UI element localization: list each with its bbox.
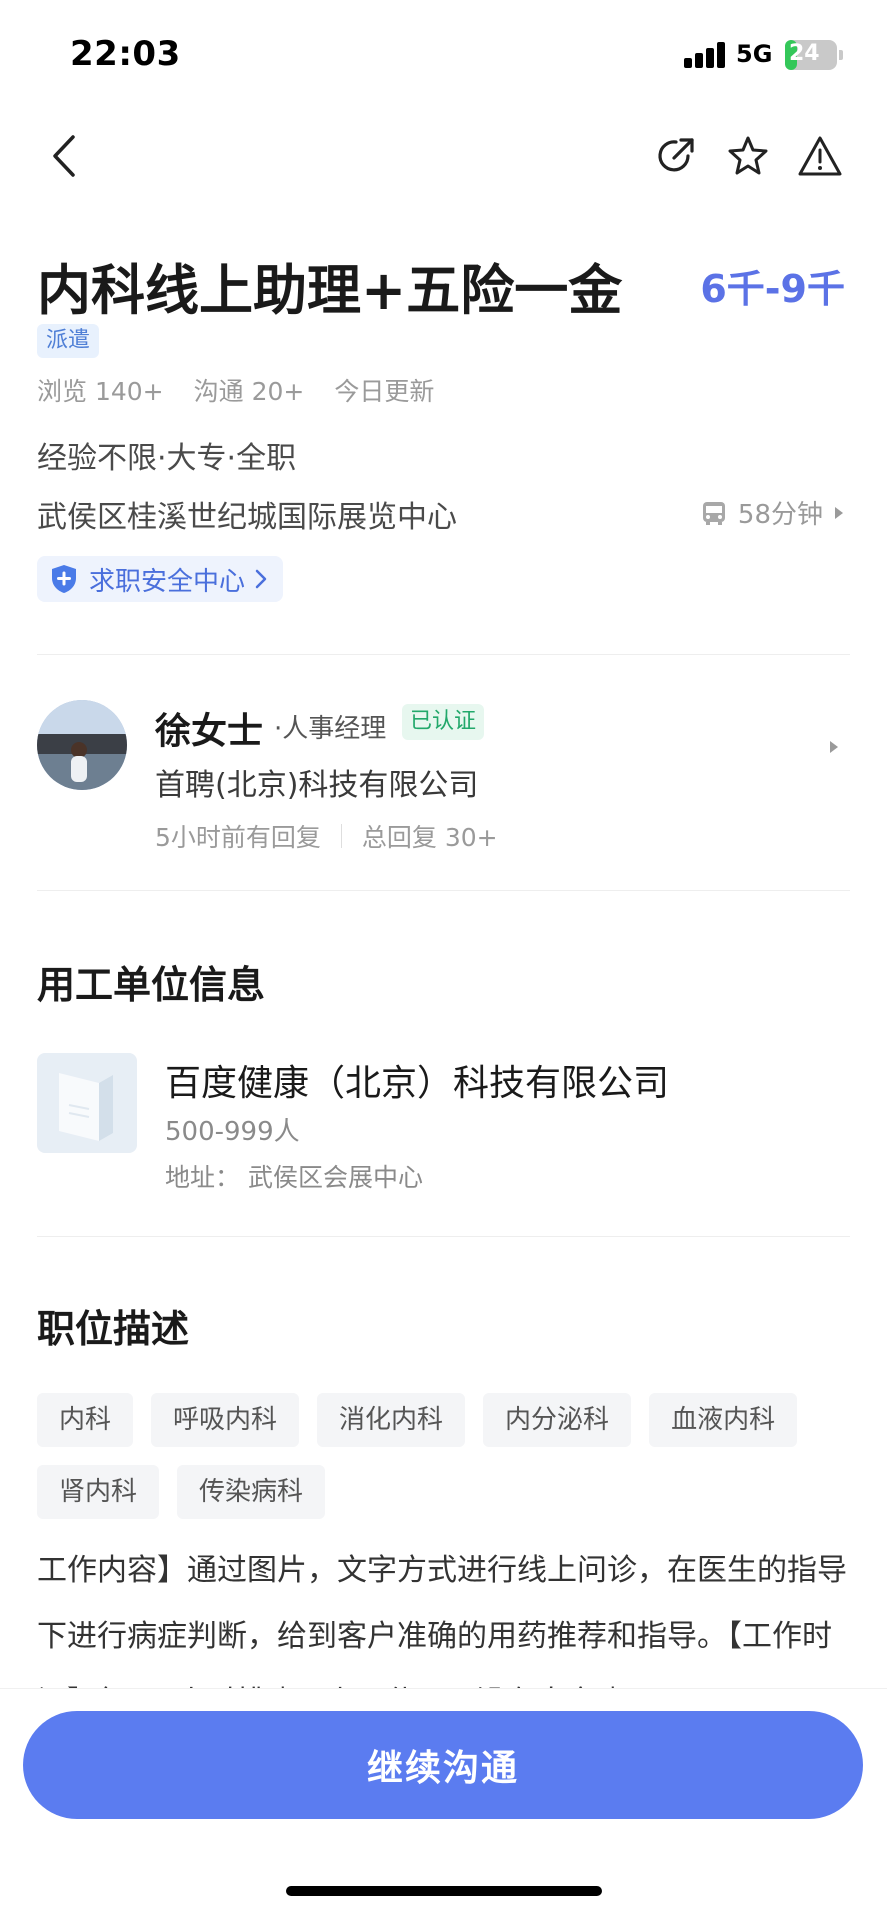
share-button[interactable] bbox=[650, 130, 702, 182]
department-tags: 内科 呼吸内科 消化内科 内分泌科 血液内科 肾内科 传染病科 bbox=[37, 1393, 857, 1519]
warning-icon bbox=[798, 136, 842, 176]
shield-icon bbox=[52, 565, 76, 593]
department-tag: 传染病科 bbox=[177, 1465, 326, 1519]
status-time: 22:03 bbox=[70, 34, 181, 74]
recruiter-avatar[interactable] bbox=[37, 700, 127, 790]
update-status: 今日更新 bbox=[334, 377, 435, 406]
battery-percent: 24 bbox=[789, 41, 820, 66]
bus-icon bbox=[702, 501, 725, 525]
job-type-badge: 派遣 bbox=[37, 324, 100, 358]
divider bbox=[37, 890, 850, 891]
department-tag: 内科 bbox=[37, 1393, 134, 1447]
description-section-title: 职位描述 bbox=[37, 1307, 190, 1351]
chevron-right-icon bbox=[255, 569, 267, 589]
report-button[interactable] bbox=[794, 130, 846, 182]
employer-address: 地址： 武侯区会展中心 bbox=[165, 1163, 423, 1192]
recruiter-detail-arrow[interactable] bbox=[828, 738, 840, 760]
star-icon bbox=[728, 136, 768, 175]
network-label: 5G bbox=[736, 40, 773, 68]
commute-time: 58分钟 bbox=[737, 500, 823, 530]
department-tag: 血液内科 bbox=[649, 1393, 798, 1447]
job-address[interactable]: 武侯区桂溪世纪城国际展览中心 bbox=[37, 492, 457, 536]
caret-right-icon bbox=[835, 506, 843, 519]
status-bar: 22:03 5G 24 bbox=[0, 0, 887, 110]
views-count: 浏览 140+ bbox=[37, 377, 164, 406]
divider bbox=[37, 1236, 850, 1237]
signal-icon bbox=[684, 42, 728, 68]
department-tag: 消化内科 bbox=[317, 1393, 466, 1447]
verified-badge: 已认证 bbox=[402, 704, 485, 740]
recruiter-company: 首聘(北京)科技有限公司 bbox=[155, 768, 479, 803]
caret-right-icon bbox=[830, 741, 838, 753]
commute-info[interactable]: 58分钟 bbox=[700, 494, 845, 531]
department-tag: 内分泌科 bbox=[483, 1393, 632, 1447]
recruiter-reply-stats: 5小时前有回复 总回复 30+ bbox=[155, 818, 498, 854]
employer-name[interactable]: 百度健康（北京）科技有限公司 bbox=[165, 1054, 669, 1106]
chevron-left-icon bbox=[53, 135, 75, 177]
favorite-button[interactable] bbox=[722, 130, 774, 182]
back-button[interactable] bbox=[38, 130, 90, 182]
continue-chat-button[interactable]: 继续沟通 bbox=[23, 1711, 863, 1819]
share-icon bbox=[658, 138, 694, 172]
home-indicator[interactable] bbox=[286, 1886, 602, 1896]
chats-count: 沟通 20+ bbox=[193, 377, 305, 406]
divider bbox=[37, 654, 850, 655]
job-requirements: 经验不限·大专·全职 bbox=[37, 441, 297, 476]
safety-center-button[interactable]: 求职安全中心 bbox=[37, 556, 284, 602]
employer-logo[interactable] bbox=[37, 1053, 137, 1153]
job-stats: 浏览 140+ 沟通 20+ 今日更新 bbox=[37, 372, 434, 408]
employer-section-title: 用工单位信息 bbox=[37, 963, 266, 1007]
department-tag: 肾内科 bbox=[37, 1465, 160, 1519]
job-title: 内科线上助理+五险一金 bbox=[37, 259, 623, 322]
battery-icon: 24 bbox=[785, 40, 843, 70]
total-replies: 总回复 30+ bbox=[361, 823, 498, 852]
safety-center-label: 求职安全中心 bbox=[89, 566, 246, 597]
recruiter-role: ·人事经理 bbox=[274, 714, 387, 744]
department-tag: 呼吸内科 bbox=[151, 1393, 300, 1447]
employer-size: 500-999人 bbox=[165, 1117, 300, 1147]
last-reply-time: 5小时前有回复 bbox=[155, 823, 321, 852]
salary: 6千-9千 bbox=[700, 267, 845, 311]
recruiter-name: 徐女士 bbox=[155, 711, 264, 752]
job-description-text: 工作内容】通过图片，文字方式进行线上问诊，在医生的指导下进行病症判断，给到客户准… bbox=[37, 1553, 847, 1693]
